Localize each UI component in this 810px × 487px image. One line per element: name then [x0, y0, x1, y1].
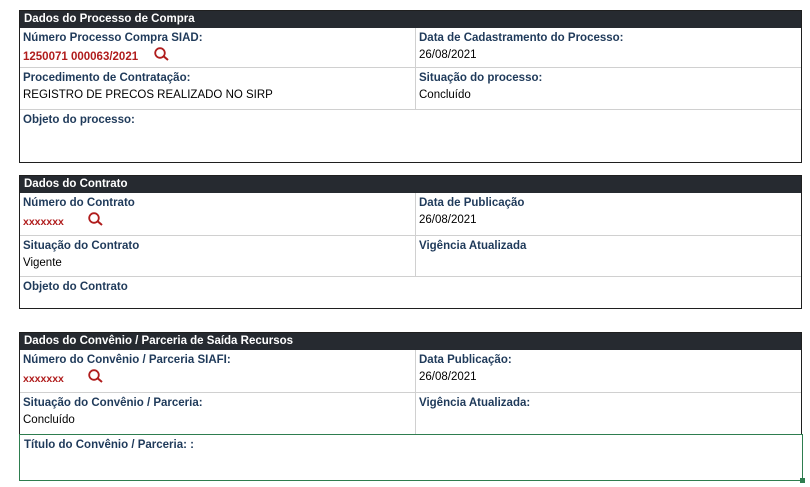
contrato-numero-label: Número do Contrato — [23, 197, 135, 209]
processo-numero-label: Número Processo Compra SIAD: — [23, 32, 203, 44]
processo-header: Dados do Processo de Compra — [20, 11, 801, 28]
convenio-numero-link[interactable]: xxxxxxx — [23, 373, 64, 385]
procedimento-value: REGISTRO DE PRECOS REALIZADO NO SIRP — [23, 89, 273, 101]
contrato-data-pub-label: Data de Publicação — [419, 197, 525, 209]
contrato-numero-link[interactable]: xxxxxxx — [23, 216, 64, 228]
convenio-titulo-cell[interactable]: Título do Convênio / Parceria: : — [19, 434, 805, 483]
fill-handle[interactable] — [800, 478, 805, 483]
magnifier-icon[interactable] — [87, 369, 107, 389]
convenio-header: Dados do Convênio / Parceria de Saída Re… — [20, 333, 801, 350]
contrato-data-pub-value: 26/08/2021 — [419, 214, 477, 226]
contrato-objeto-label: Objeto do Contrato — [23, 281, 128, 293]
contrato-panel: Dados do Contrato Número do Contrato xxx… — [19, 175, 802, 309]
processo-situacao-value: Concluído — [419, 89, 471, 101]
processo-numero-link[interactable]: 1250071 000063/2021 — [23, 51, 138, 63]
contrato-situacao-value: Vigente — [23, 257, 62, 269]
convenio-titulo-label: Título do Convênio / Parceria: : — [24, 439, 194, 451]
contrato-header: Dados do Contrato — [20, 176, 801, 193]
procedimento-label: Procedimento de Contratação: — [23, 72, 191, 84]
convenio-vigencia-label: Vigência Atualizada: — [419, 397, 531, 409]
convenio-numero-label: Número do Convênio / Parceria SIAFI: — [23, 354, 231, 366]
convenio-situacao-value: Concluído — [23, 414, 75, 426]
contrato-vigencia-label: Vigência Atualizada — [419, 240, 527, 252]
convenio-panel: Dados do Convênio / Parceria de Saída Re… — [19, 332, 802, 435]
magnifier-icon[interactable] — [87, 212, 107, 232]
processo-panel: Dados do Processo de Compra Número Proce… — [19, 10, 802, 163]
processo-situacao-label: Situação do processo: — [419, 72, 543, 84]
processo-data-cad-value: 26/08/2021 — [419, 49, 477, 61]
processo-objeto-label: Objeto do processo: — [23, 114, 135, 126]
magnifier-icon[interactable] — [153, 47, 173, 67]
processo-data-cad-label: Data de Cadastramento do Processo: — [419, 32, 624, 44]
contrato-situacao-label: Situação do Contrato — [23, 240, 140, 252]
convenio-situacao-label: Situação do Convênio / Parceria: — [23, 397, 203, 409]
convenio-data-pub-value: 26/08/2021 — [419, 371, 477, 383]
convenio-data-pub-label: Data Publicação: — [419, 354, 512, 366]
